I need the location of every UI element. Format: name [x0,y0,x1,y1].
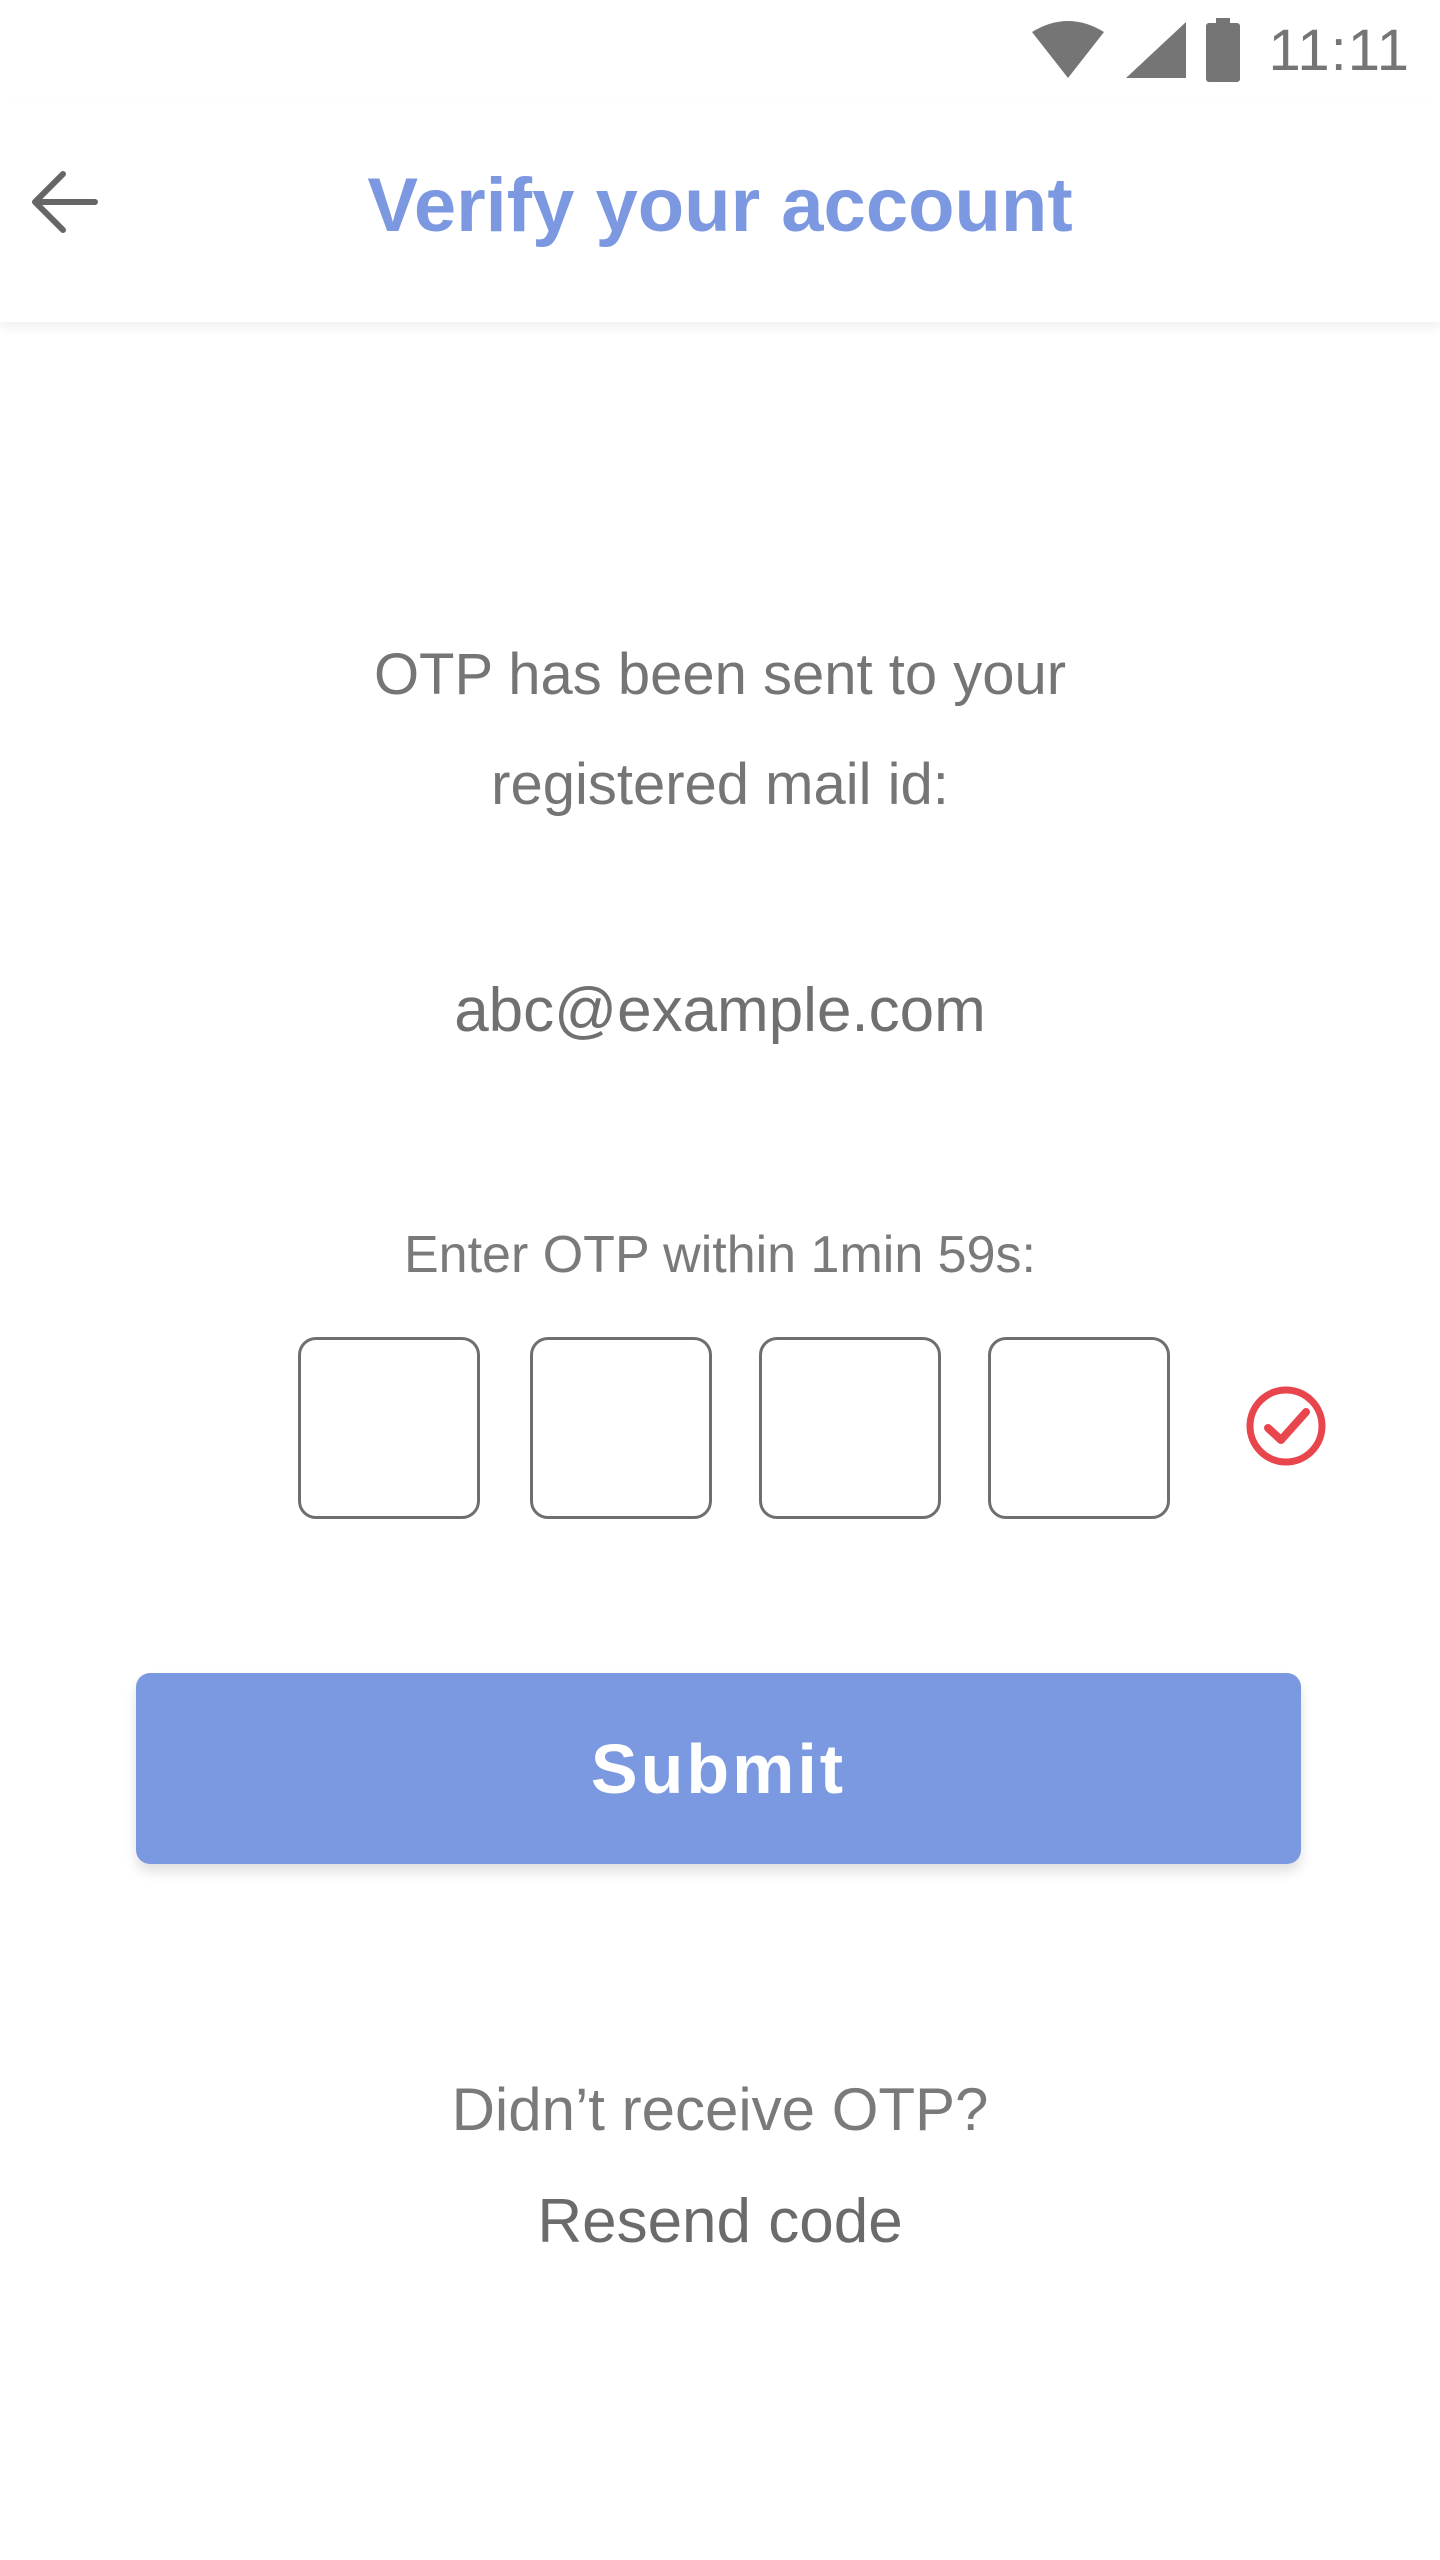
check-circle-icon [1246,1386,1326,1466]
wifi-icon [1032,21,1105,78]
otp-sent-message-line1: OTP has been sent to your [373,642,1067,707]
otp-sent-message-line2: registered mail id: [491,752,949,817]
otp-digit-4[interactable] [988,1337,1170,1519]
cell-signal-icon [1126,22,1187,78]
no-otp-prompt: Didn’t receive OTP? [451,2076,989,2143]
battery-icon [1206,18,1241,82]
app-bar: Verify your account [0,100,1440,322]
status-icons: 11:11 [1030,14,1410,86]
otp-timer-label: Enter OTP within 1min 59s: [404,1226,1036,1284]
otp-digit-1[interactable] [298,1337,480,1519]
status-time: 11:11 [1268,17,1410,83]
status-bar: 11:11 [0,0,1440,100]
otp-digit-3[interactable] [759,1337,941,1519]
otp-digit-2[interactable] [530,1337,712,1519]
registered-email: abc@example.com [454,976,986,1045]
page-title: Verify your account [367,163,1073,248]
resend-code-row: Resend code [0,2186,1440,2257]
resend-code-link[interactable]: Resend code [537,2187,902,2256]
submit-button[interactable]: Submit [136,1673,1301,1864]
